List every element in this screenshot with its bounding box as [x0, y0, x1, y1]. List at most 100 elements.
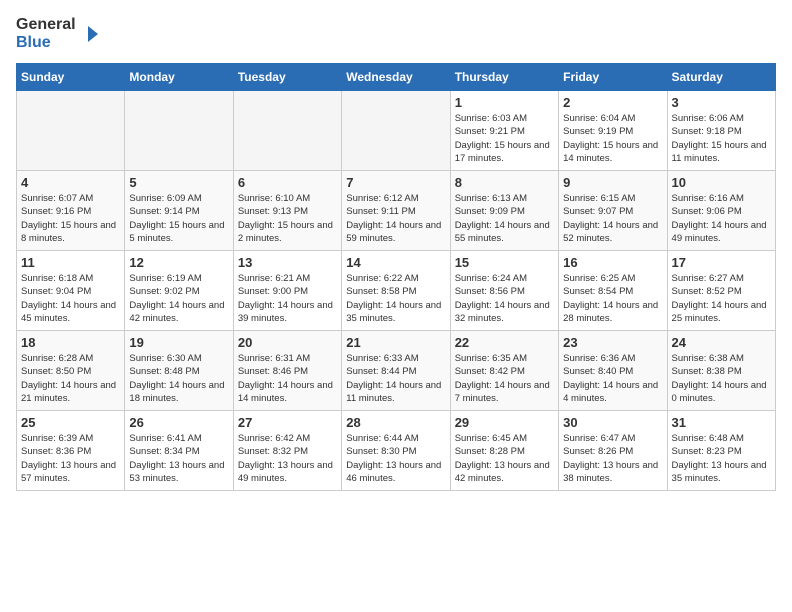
calendar-cell: 5 Sunrise: 6:09 AMSunset: 9:14 PMDaylight…	[125, 171, 233, 251]
day-number: 2	[563, 95, 662, 110]
day-info: Sunrise: 6:22 AMSunset: 8:58 PMDaylight:…	[346, 272, 445, 325]
calendar-cell: 27 Sunrise: 6:42 AMSunset: 8:32 PMDayligh…	[233, 411, 341, 491]
page-header: General Blue	[16, 16, 776, 51]
calendar-cell: 4 Sunrise: 6:07 AMSunset: 9:16 PMDaylight…	[17, 171, 125, 251]
calendar-cell: 8Sunrise: 6:13 AMSunset: 9:09 PMDaylight…	[450, 171, 558, 251]
day-info: Sunrise: 6:04 AMSunset: 9:19 PMDaylight:…	[563, 112, 662, 165]
day-number: 22	[455, 335, 554, 350]
calendar-cell: 2 Sunrise: 6:04 AMSunset: 9:19 PMDaylight…	[559, 91, 667, 171]
day-number: 1	[455, 95, 554, 110]
calendar-cell: 11 Sunrise: 6:18 AMSunset: 9:04 PMDayligh…	[17, 251, 125, 331]
logo-blue: Blue	[16, 34, 51, 51]
calendar-week-2: 4 Sunrise: 6:07 AMSunset: 9:16 PMDaylight…	[17, 171, 776, 251]
calendar-cell: 30 Sunrise: 6:47 AMSunset: 8:26 PMDayligh…	[559, 411, 667, 491]
day-number: 28	[346, 415, 445, 430]
day-number: 17	[672, 255, 771, 270]
calendar-cell: 25 Sunrise: 6:39 AMSunset: 8:36 PMDayligh…	[17, 411, 125, 491]
day-number: 13	[238, 255, 337, 270]
weekday-header-sunday: Sunday	[17, 64, 125, 91]
day-info: Sunrise: 6:10 AMSunset: 9:13 PMDaylight:…	[238, 192, 337, 245]
day-number: 4	[21, 175, 120, 190]
day-info: Sunrise: 6:42 AMSunset: 8:32 PMDaylight:…	[238, 432, 337, 485]
day-number: 21	[346, 335, 445, 350]
day-info: Sunrise: 6:21 AMSunset: 9:00 PMDaylight:…	[238, 272, 337, 325]
day-number: 30	[563, 415, 662, 430]
calendar-cell: 22 Sunrise: 6:35 AMSunset: 8:42 PMDayligh…	[450, 331, 558, 411]
day-info: Sunrise: 6:16 AMSunset: 9:06 PMDaylight:…	[672, 192, 771, 245]
weekday-header-tuesday: Tuesday	[233, 64, 341, 91]
day-info: Sunrise: 6:12 AMSunset: 9:11 PMDaylight:…	[346, 192, 445, 245]
calendar-cell	[125, 91, 233, 171]
day-info: Sunrise: 6:45 AMSunset: 8:28 PMDaylight:…	[455, 432, 554, 485]
calendar-cell: 15 Sunrise: 6:24 AMSunset: 8:56 PMDayligh…	[450, 251, 558, 331]
day-number: 3	[672, 95, 771, 110]
day-number: 11	[21, 255, 120, 270]
calendar-cell: 26Sunrise: 6:41 AMSunset: 8:34 PMDayligh…	[125, 411, 233, 491]
calendar-cell: 14 Sunrise: 6:22 AMSunset: 8:58 PMDayligh…	[342, 251, 450, 331]
calendar-week-1: 1 Sunrise: 6:03 AMSunset: 9:21 PMDaylight…	[17, 91, 776, 171]
day-number: 27	[238, 415, 337, 430]
day-number: 20	[238, 335, 337, 350]
day-info: Sunrise: 6:18 AMSunset: 9:04 PMDaylight:…	[21, 272, 120, 325]
day-number: 31	[672, 415, 771, 430]
day-info: Sunrise: 6:31 AMSunset: 8:46 PMDaylight:…	[238, 352, 337, 405]
logo: General Blue	[16, 16, 100, 51]
day-info: Sunrise: 6:47 AMSunset: 8:26 PMDaylight:…	[563, 432, 662, 485]
day-number: 15	[455, 255, 554, 270]
day-number: 7	[346, 175, 445, 190]
day-info: Sunrise: 6:28 AMSunset: 8:50 PMDaylight:…	[21, 352, 120, 405]
day-number: 10	[672, 175, 771, 190]
calendar-cell: 31Sunrise: 6:48 AMSunset: 8:23 PMDayligh…	[667, 411, 775, 491]
day-number: 12	[129, 255, 228, 270]
calendar-cell: 9 Sunrise: 6:15 AMSunset: 9:07 PMDaylight…	[559, 171, 667, 251]
day-info: Sunrise: 6:07 AMSunset: 9:16 PMDaylight:…	[21, 192, 120, 245]
calendar-week-5: 25 Sunrise: 6:39 AMSunset: 8:36 PMDayligh…	[17, 411, 776, 491]
day-info: Sunrise: 6:35 AMSunset: 8:42 PMDaylight:…	[455, 352, 554, 405]
calendar-cell	[233, 91, 341, 171]
day-info: Sunrise: 6:38 AMSunset: 8:38 PMDaylight:…	[672, 352, 771, 405]
day-info: Sunrise: 6:24 AMSunset: 8:56 PMDaylight:…	[455, 272, 554, 325]
calendar-cell: 7 Sunrise: 6:12 AMSunset: 9:11 PMDaylight…	[342, 171, 450, 251]
day-info: Sunrise: 6:33 AMSunset: 8:44 PMDaylight:…	[346, 352, 445, 405]
calendar-cell: 19Sunrise: 6:30 AMSunset: 8:48 PMDayligh…	[125, 331, 233, 411]
calendar-cell: 12 Sunrise: 6:19 AMSunset: 9:02 PMDayligh…	[125, 251, 233, 331]
day-info: Sunrise: 6:15 AMSunset: 9:07 PMDaylight:…	[563, 192, 662, 245]
day-info: Sunrise: 6:39 AMSunset: 8:36 PMDaylight:…	[21, 432, 120, 485]
calendar-table: SundayMondayTuesdayWednesdayThursdayFrid…	[16, 63, 776, 491]
calendar-cell: 23Sunrise: 6:36 AMSunset: 8:40 PMDayligh…	[559, 331, 667, 411]
day-info: Sunrise: 6:13 AMSunset: 9:09 PMDaylight:…	[455, 192, 554, 245]
day-number: 25	[21, 415, 120, 430]
logo-general: General	[16, 16, 76, 33]
day-number: 9	[563, 175, 662, 190]
day-number: 14	[346, 255, 445, 270]
day-info: Sunrise: 6:27 AMSunset: 8:52 PMDaylight:…	[672, 272, 771, 325]
day-info: Sunrise: 6:19 AMSunset: 9:02 PMDaylight:…	[129, 272, 228, 325]
day-info: Sunrise: 6:30 AMSunset: 8:48 PMDaylight:…	[129, 352, 228, 405]
day-number: 5	[129, 175, 228, 190]
calendar-cell: 3 Sunrise: 6:06 AMSunset: 9:18 PMDaylight…	[667, 91, 775, 171]
calendar-cell	[17, 91, 125, 171]
day-info: Sunrise: 6:09 AMSunset: 9:14 PMDaylight:…	[129, 192, 228, 245]
day-number: 29	[455, 415, 554, 430]
day-info: Sunrise: 6:03 AMSunset: 9:21 PMDaylight:…	[455, 112, 554, 165]
calendar-cell: 13 Sunrise: 6:21 AMSunset: 9:00 PMDayligh…	[233, 251, 341, 331]
weekday-header-row: SundayMondayTuesdayWednesdayThursdayFrid…	[17, 64, 776, 91]
logo-text: General Blue	[16, 16, 76, 51]
calendar-week-4: 18 Sunrise: 6:28 AMSunset: 8:50 PMDayligh…	[17, 331, 776, 411]
calendar-cell: 20 Sunrise: 6:31 AMSunset: 8:46 PMDayligh…	[233, 331, 341, 411]
logo-arrow-icon	[80, 24, 100, 44]
weekday-header-wednesday: Wednesday	[342, 64, 450, 91]
calendar-cell: 16 Sunrise: 6:25 AMSunset: 8:54 PMDayligh…	[559, 251, 667, 331]
calendar-cell: 21 Sunrise: 6:33 AMSunset: 8:44 PMDayligh…	[342, 331, 450, 411]
day-info: Sunrise: 6:06 AMSunset: 9:18 PMDaylight:…	[672, 112, 771, 165]
day-number: 6	[238, 175, 337, 190]
day-number: 18	[21, 335, 120, 350]
calendar-cell: 1 Sunrise: 6:03 AMSunset: 9:21 PMDaylight…	[450, 91, 558, 171]
day-number: 16	[563, 255, 662, 270]
calendar-cell: 28 Sunrise: 6:44 AMSunset: 8:30 PMDayligh…	[342, 411, 450, 491]
day-info: Sunrise: 6:41 AMSunset: 8:34 PMDaylight:…	[129, 432, 228, 485]
calendar-cell: 17 Sunrise: 6:27 AMSunset: 8:52 PMDayligh…	[667, 251, 775, 331]
day-info: Sunrise: 6:44 AMSunset: 8:30 PMDaylight:…	[346, 432, 445, 485]
calendar-cell	[342, 91, 450, 171]
day-info: Sunrise: 6:25 AMSunset: 8:54 PMDaylight:…	[563, 272, 662, 325]
